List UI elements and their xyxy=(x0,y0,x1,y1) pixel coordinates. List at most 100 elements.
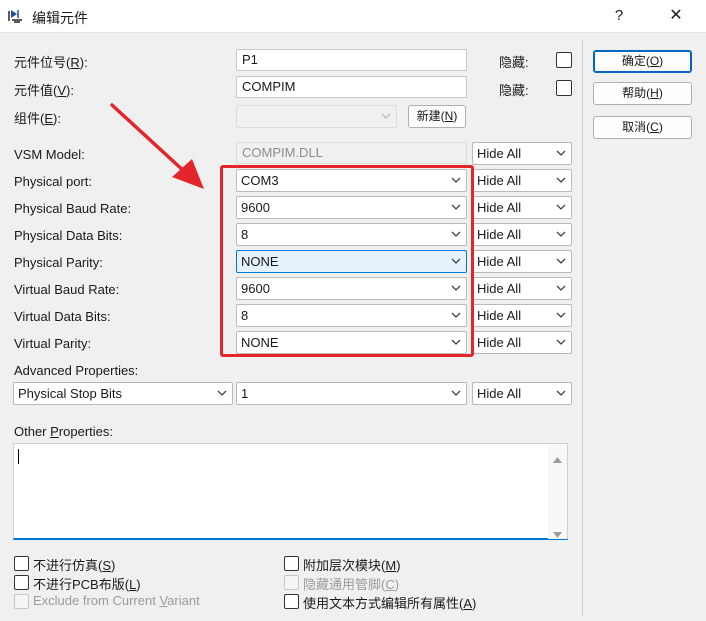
option-right-2-checkbox[interactable] xyxy=(284,594,299,609)
chevron-down-icon xyxy=(451,390,461,397)
physical-parity-visibility: Hide All xyxy=(477,254,522,269)
chevron-down-icon xyxy=(556,390,566,397)
chevron-down-icon xyxy=(451,177,461,184)
physical-port-value: COM3 xyxy=(241,173,279,188)
option-right-2-label: 使用文本方式编辑所有属性(A) xyxy=(303,596,477,611)
chevron-down-icon xyxy=(556,177,566,184)
vsm-model-visibility: Hide All xyxy=(477,146,522,161)
option-left-2-checkbox xyxy=(14,594,29,609)
ref-hidden-label: 隐藏: xyxy=(499,55,529,70)
value-hidden-checkbox[interactable] xyxy=(556,80,572,96)
text-caret xyxy=(18,449,19,464)
new-group-button[interactable]: 新建(N) xyxy=(408,105,466,128)
physical-data-bits-visibility-select[interactable]: Hide All xyxy=(472,223,572,246)
vertical-separator xyxy=(582,40,583,616)
physical-port-select[interactable]: COM3 xyxy=(236,169,467,192)
chevron-down-icon xyxy=(556,312,566,319)
virtual-baud-rate-visibility-select[interactable]: Hide All xyxy=(472,277,572,300)
option-left-2-label: Exclude from Current Variant xyxy=(33,593,200,608)
option-right-0-checkbox[interactable] xyxy=(284,556,299,571)
virtual-parity-select[interactable]: NONE xyxy=(236,331,467,354)
advanced-property-name: Physical Stop Bits xyxy=(18,386,123,401)
advanced-properties-label: Advanced Properties: xyxy=(14,363,139,378)
chevron-down-icon xyxy=(451,258,461,265)
advanced-visibility: Hide All xyxy=(477,386,522,401)
other-properties-label: Other Properties: xyxy=(14,424,113,439)
chevron-down-icon xyxy=(556,231,566,238)
chevron-down-icon xyxy=(451,339,461,346)
chevron-down-icon xyxy=(556,339,566,346)
value-input[interactable]: COMPIM xyxy=(236,76,467,98)
vsm-model-label: VSM Model: xyxy=(14,147,85,162)
other-properties-textarea[interactable] xyxy=(13,443,568,540)
value-hidden-label: 隐藏: xyxy=(499,83,529,98)
physical-parity-visibility-select[interactable]: Hide All xyxy=(472,250,572,273)
value-label: 元件值(V): xyxy=(14,83,74,98)
ref-input[interactable]: P1 xyxy=(236,49,467,71)
textarea-scrollbar[interactable] xyxy=(548,444,567,539)
physical-parity-value: NONE xyxy=(241,254,279,269)
physical-port-visibility: Hide All xyxy=(477,173,522,188)
virtual-baud-rate-select[interactable]: 9600 xyxy=(236,277,467,300)
option-left-1-label: 不进行PCB布版(L) xyxy=(33,577,141,592)
chevron-down-icon xyxy=(451,312,461,319)
virtual-parity-label: Virtual Parity: xyxy=(14,336,92,351)
close-icon[interactable]: ✕ xyxy=(658,5,694,27)
vsm-model-visibility-select[interactable]: Hide All xyxy=(472,142,572,165)
chevron-down-icon xyxy=(451,204,461,211)
physical-parity-label: Physical Parity: xyxy=(14,255,103,270)
advanced-visibility-select[interactable]: Hide All xyxy=(472,382,572,405)
advanced-value-select[interactable]: 1 xyxy=(236,382,467,405)
virtual-baud-rate-label: Virtual Baud Rate: xyxy=(14,282,120,297)
annotation-arrow-icon xyxy=(110,103,204,189)
window-title: 编辑元件 xyxy=(32,10,88,26)
ref-hidden-checkbox[interactable] xyxy=(556,52,572,68)
chevron-down-icon xyxy=(556,204,566,211)
cancel-button[interactable]: 取消(C) xyxy=(593,116,692,139)
scroll-down-icon[interactable] xyxy=(553,526,562,541)
help-button[interactable]: 帮助(H) xyxy=(593,82,692,105)
chevron-down-icon xyxy=(381,113,391,120)
option-left-1-checkbox[interactable] xyxy=(14,575,29,590)
option-left-0-checkbox[interactable] xyxy=(14,556,29,571)
chevron-down-icon xyxy=(451,285,461,292)
advanced-value: 1 xyxy=(241,386,249,401)
chevron-down-icon xyxy=(556,285,566,292)
help-icon[interactable]: ? xyxy=(604,5,634,27)
physical-port-label: Physical port: xyxy=(14,174,93,189)
physical-data-bits-label: Physical Data Bits: xyxy=(14,228,123,243)
virtual-data-bits-visibility: Hide All xyxy=(477,308,522,323)
virtual-data-bits-label: Virtual Data Bits: xyxy=(14,309,111,324)
scroll-up-icon[interactable] xyxy=(553,451,562,466)
virtual-data-bits-visibility-select[interactable]: Hide All xyxy=(472,304,572,327)
virtual-baud-rate-visibility: Hide All xyxy=(477,281,522,296)
title-bar: 编辑元件 ? ✕ xyxy=(0,0,706,33)
option-left-0-label: 不进行仿真(S) xyxy=(33,558,116,573)
physical-baud-rate-visibility-select[interactable]: Hide All xyxy=(472,196,572,219)
advanced-property-select[interactable]: Physical Stop Bits xyxy=(13,382,233,405)
diode-icon xyxy=(8,8,24,24)
physical-baud-rate-value: 9600 xyxy=(241,200,270,215)
physical-data-bits-visibility: Hide All xyxy=(477,227,522,242)
chevron-down-icon xyxy=(451,231,461,238)
physical-baud-rate-label: Physical Baud Rate: xyxy=(14,201,132,216)
option-right-1-label: 隐藏通用管脚(C) xyxy=(303,577,400,592)
group-label: 组件(E): xyxy=(14,111,61,126)
virtual-parity-visibility: Hide All xyxy=(477,335,522,350)
physical-parity-select[interactable]: NONE xyxy=(236,250,467,273)
virtual-data-bits-select[interactable]: 8 xyxy=(236,304,467,327)
group-select[interactable] xyxy=(236,105,397,128)
physical-baud-rate-visibility: Hide All xyxy=(477,200,522,215)
virtual-baud-rate-value: 9600 xyxy=(241,281,270,296)
ok-button[interactable]: 确定(O) xyxy=(593,50,692,73)
physical-data-bits-value: 8 xyxy=(241,227,249,242)
physical-baud-rate-select[interactable]: 9600 xyxy=(236,196,467,219)
chevron-down-icon xyxy=(217,390,227,397)
physical-data-bits-select[interactable]: 8 xyxy=(236,223,467,246)
vsm-model-input: COMPIM.DLL xyxy=(236,142,467,164)
ref-label: 元件位号(R): xyxy=(14,55,88,70)
physical-port-visibility-select[interactable]: Hide All xyxy=(472,169,572,192)
chevron-down-icon xyxy=(556,150,566,157)
virtual-parity-visibility-select[interactable]: Hide All xyxy=(472,331,572,354)
chevron-down-icon xyxy=(556,258,566,265)
